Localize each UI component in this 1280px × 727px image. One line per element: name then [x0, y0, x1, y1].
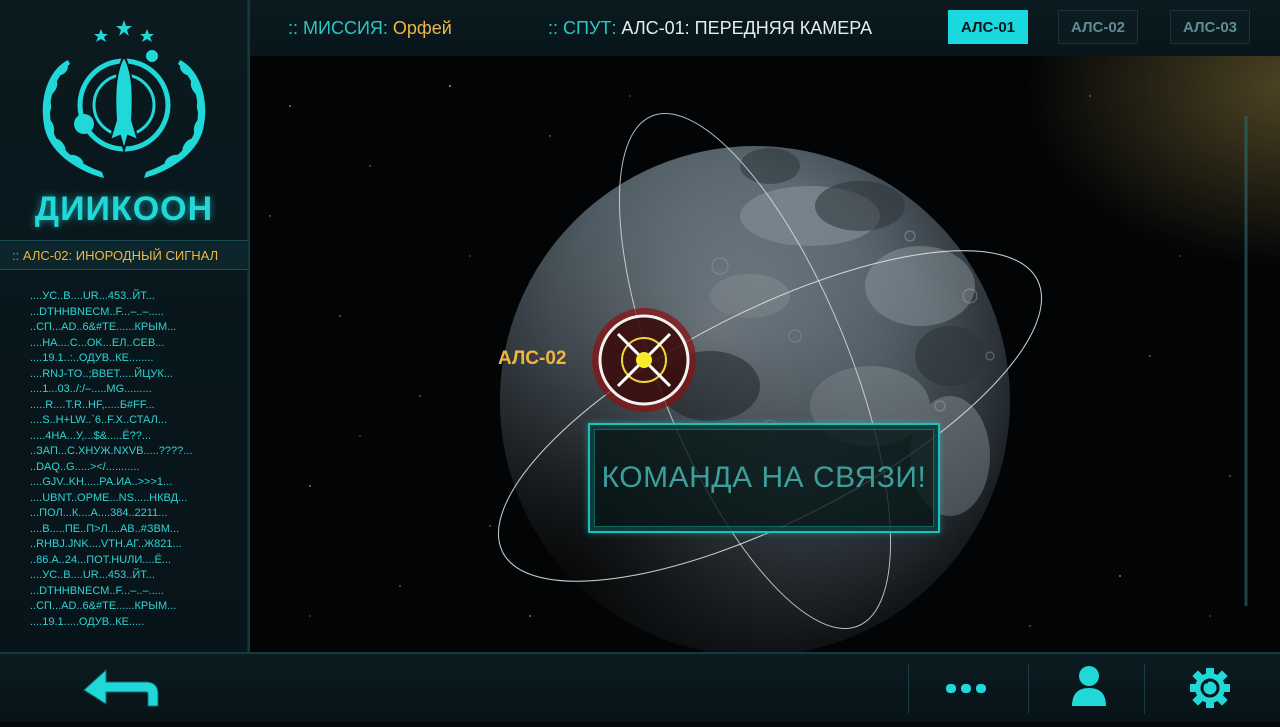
satellite-info: :: СПУТ: АЛС-01: ПЕРЕДНЯЯ КАМЕРА: [548, 18, 872, 39]
sidebar: ДИИКООН :: АЛС-02: ИНОРОДНЫЙ СИГНАЛ ....…: [0, 0, 250, 652]
log-line: ..86.А..24...ПОТ.HUЛИ....Ё...: [30, 553, 172, 566]
mission-info: :: МИССИЯ: Орфей: [288, 18, 452, 39]
tab-als-02[interactable]: АЛС-02: [1058, 10, 1138, 44]
tab-als-03[interactable]: АЛС-03: [1170, 10, 1250, 44]
camera-viewport: [250, 56, 1280, 652]
log-line: ..DAQ..G.....></...........: [30, 460, 140, 473]
sat-value: АЛС-01: ПЕРЕДНЯЯ КАМЕРА: [621, 18, 873, 38]
more-button[interactable]: [938, 654, 998, 722]
signal-section-header: :: АЛС-02: ИНОРОДНЫЙ СИГНАЛ: [0, 240, 248, 270]
target-reticle-icon[interactable]: [584, 302, 704, 422]
sat-label: СПУТ:: [563, 18, 617, 38]
log-line: ....RNJ-TO..;ВВЕТ.....ЙЦУК...: [30, 367, 173, 380]
divider: [1144, 664, 1145, 714]
team-online-dialog[interactable]: КОМАНДА НА СВЯЗИ!: [588, 423, 940, 533]
target-label: АЛС-02: [498, 348, 567, 369]
log-line: ....19.1.....ОДУВ..КЕ.....: [30, 615, 145, 628]
emblem-icon: [42, 20, 206, 178]
space-scene: [269, 85, 1248, 652]
top-bar: :: МИССИЯ: Орфей :: СПУТ: АЛС-01: ПЕРЕДН…: [250, 0, 1280, 57]
mission-label: МИССИЯ:: [303, 18, 388, 38]
log-line: ....УС..В....UR...453..ЙТ...: [30, 569, 155, 581]
mission-value: Орфей: [392, 18, 452, 38]
log-line: ...DTHHBNECM..F...–..–.....: [30, 584, 164, 597]
back-button[interactable]: [80, 654, 170, 722]
log-line: ...ПОЛ...К....А....384..2211...: [30, 507, 168, 519]
app-logo-text: ДИИКООН: [34, 190, 214, 228]
log-line: ..RHBJ.JNK....VTH.АГ..Ж821...: [30, 538, 182, 550]
log-line: ..СП...AD..6&#TE......КРЫМ...: [30, 600, 177, 612]
log-line: ....GJV..KH.....РА.ИА..>>>1...: [30, 476, 173, 488]
divider: [1028, 664, 1029, 714]
log-line: .....R....T.R..HF,.....Б#FF...: [30, 398, 155, 411]
log-line: ..СП...AD..6&#TE......КРЫМ...: [30, 321, 177, 333]
profile-button[interactable]: [1064, 654, 1114, 722]
more-dots-icon: [946, 684, 986, 693]
gear-sync-icon: [1190, 668, 1230, 708]
log-line: ....S..Н+LW..`6..F.X..СТАЛ...: [30, 414, 168, 426]
log-line: .....4НА...У,...$&.....Ё??...: [30, 429, 152, 442]
back-arrow-icon: [83, 668, 159, 707]
log-line: ....UBNT..OPME...NS.....НКВД...: [30, 491, 188, 504]
section-title: АЛС-02: ИНОРОДНЫЙ СИГНАЛ: [22, 248, 219, 263]
log-line: ...DTHHBNECM..F...–..–.....: [30, 305, 164, 318]
log-line: ....НА....С...OK...ЕЛ..СЕВ...: [30, 336, 165, 349]
bottom-bar: [0, 652, 1280, 722]
sat-prefix: ::: [548, 18, 559, 38]
log-line: ....19.1..:..ОДУВ..КЕ........: [30, 352, 154, 364]
section-prefix: ::: [12, 248, 20, 263]
tab-als-01[interactable]: АЛС-01: [948, 10, 1028, 44]
log-line: ....1...03../:/–.....MG.........: [30, 383, 152, 395]
divider: [908, 664, 909, 714]
signal-log: ....УС..В....UR...453..ЙТ... ...DTHHBNECM…: [30, 289, 240, 630]
settings-button[interactable]: [1182, 654, 1238, 722]
log-line: ....УС..В....UR...453..ЙТ...: [30, 290, 155, 302]
logo: ДИИКООН: [0, 0, 248, 238]
user-icon: [1072, 666, 1106, 706]
log-line: ....В.....ПЕ..П>Л....AB..#ЗВМ...: [30, 522, 180, 535]
log-line: ..ЗАП...С.ХНУЖ.NXVB.....????...: [30, 445, 193, 457]
mission-prefix: ::: [288, 18, 299, 38]
